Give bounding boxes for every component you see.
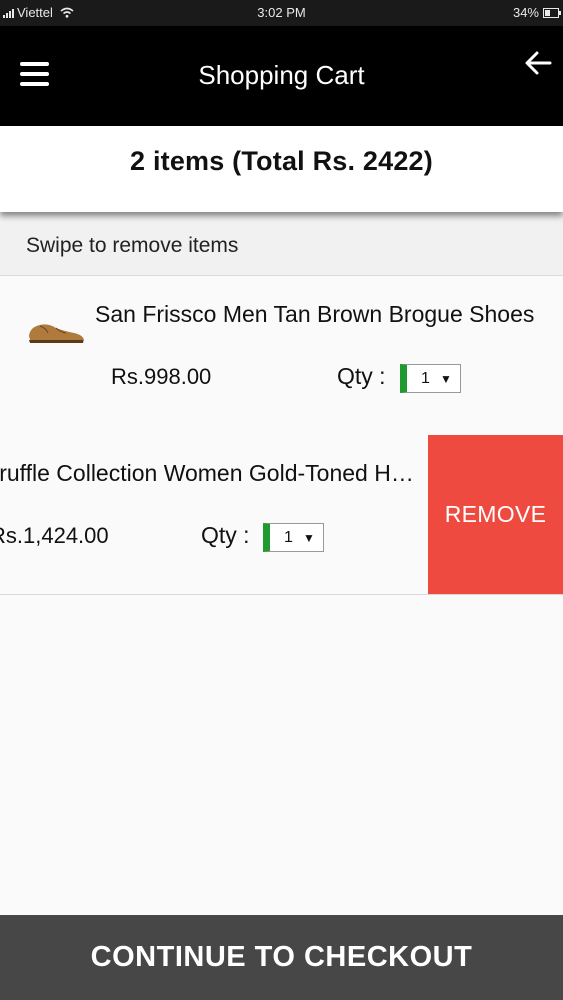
app-header: Shopping Cart xyxy=(0,26,563,126)
remove-button[interactable]: REMOVE xyxy=(428,435,563,594)
cart-item-swiped[interactable]: Truffle Collection Women Gold-Toned Heel… xyxy=(0,435,563,595)
clock: 3:02 PM xyxy=(257,5,306,20)
product-name: Truffle Collection Women Gold-Toned Heel… xyxy=(0,460,424,486)
quantity-value: 1 xyxy=(284,528,293,546)
qty-label: Qty : xyxy=(201,522,250,548)
dropdown-arrow-icon: ▼ xyxy=(303,530,315,545)
battery-icon xyxy=(543,7,561,18)
product-price: Rs.998.00 xyxy=(111,364,212,389)
brown-brogue-shoe-image xyxy=(29,324,84,343)
arrow-left-icon[interactable] xyxy=(523,48,553,78)
battery-status: 34% xyxy=(512,5,561,20)
page-title: Shopping Cart xyxy=(198,60,365,90)
cart-total-text: 2 items (Total Rs. 2422) xyxy=(130,146,433,176)
quantity-dropdown[interactable]: 1 ▼ xyxy=(263,523,324,552)
cart-item[interactable]: San Frissco Men Tan Brown Brogue Shoes R… xyxy=(0,276,563,436)
dropdown-arrow-icon: ▼ xyxy=(440,371,452,386)
product-price: Rs.1,424.00 xyxy=(0,523,109,548)
continue-to-checkout-button[interactable]: CONTINUE TO CHECKOUT xyxy=(0,915,563,1000)
product-name: San Frissco Men Tan Brown Brogue Shoes xyxy=(95,301,535,327)
qty-label: Qty : xyxy=(337,363,386,389)
cart-summary: 2 items (Total Rs. 2422) xyxy=(0,126,563,212)
swipe-hint: Swipe to remove items xyxy=(0,212,563,276)
battery-percent: 34% xyxy=(512,5,539,20)
quantity-value: 1 xyxy=(421,369,430,387)
swipe-hint-text: Swipe to remove items xyxy=(26,234,239,257)
status-bar: Viettel 3:02 PM 34% xyxy=(0,0,563,26)
quantity-dropdown[interactable]: 1 ▼ xyxy=(400,364,461,393)
